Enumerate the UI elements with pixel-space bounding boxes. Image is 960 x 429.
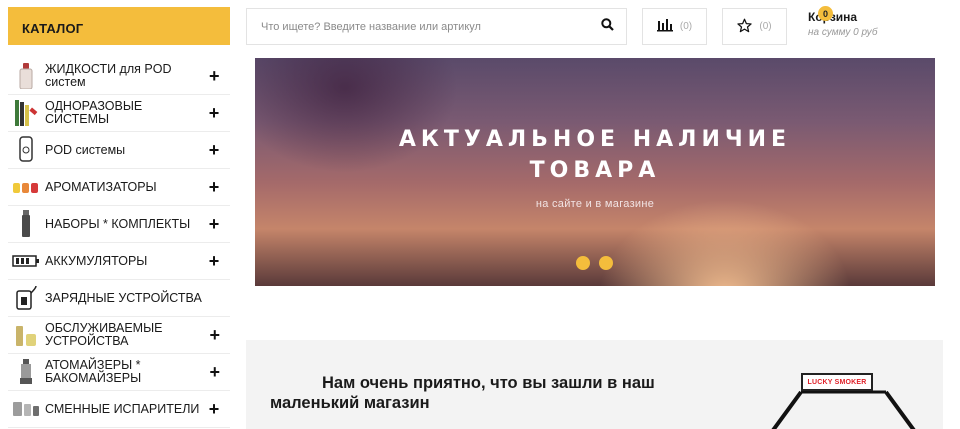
expand-plus-icon[interactable]: + xyxy=(208,251,220,272)
search-input[interactable] xyxy=(261,20,601,33)
flavor-bottles-icon xyxy=(11,172,41,202)
expand-plus-icon[interactable]: + xyxy=(208,399,220,420)
search-icon[interactable] xyxy=(601,17,614,36)
shop-logo: LUCKY SMOKER xyxy=(801,373,873,391)
slider-dot-1[interactable] xyxy=(576,256,590,270)
disposable-vape-icon xyxy=(11,98,41,128)
expand-plus-icon[interactable]: + xyxy=(209,362,220,383)
catalog-item-batteries[interactable]: АККУМУЛЯТОРЫ + xyxy=(8,243,230,280)
cart-sum: на сумму 0 руб xyxy=(808,27,878,38)
banner-title-line1: АКТУАЛЬНОЕ НАЛИЧИЕ xyxy=(398,127,792,152)
charger-icon xyxy=(11,283,41,313)
catalog-title: КАТАЛОГ xyxy=(22,21,84,36)
serviceable-device-icon xyxy=(11,320,41,350)
expand-plus-icon[interactable]: + xyxy=(208,214,220,235)
search-bar xyxy=(246,8,627,45)
battery-icon xyxy=(11,246,41,276)
promo-banner[interactable]: АКТУАЛЬНОЕ НАЛИЧИЕ ТОВАРА на сайте и в м… xyxy=(255,58,935,286)
catalog-item-serviceable-devices[interactable]: ОБСЛУЖИВАЕМЫЕ УСТРОЙСТВА + xyxy=(8,317,230,354)
catalog-item-flavors[interactable]: АРОМАТИЗАТОРЫ + xyxy=(8,169,230,206)
welcome-heading: Нам очень приятно, что вы зашли в наш ма… xyxy=(270,374,655,412)
catalog-item-disposables[interactable]: ОДНОРАЗОВЫЕ СИСТЕМЫ + xyxy=(8,95,230,132)
favorites-count: (0) xyxy=(759,21,772,32)
catalog-item-atomizers[interactable]: АТОМАЙЗЕРЫ * БАКОМАЙЗЕРЫ + xyxy=(8,354,230,391)
compare-count: (0) xyxy=(679,21,693,32)
expand-plus-icon[interactable]: + xyxy=(208,177,220,198)
expand-plus-icon[interactable]: + xyxy=(209,66,221,87)
expand-plus-icon[interactable]: + xyxy=(208,103,220,124)
expand-plus-icon[interactable]: + xyxy=(209,325,220,346)
banner-title-line2: ТОВАРА xyxy=(529,158,661,183)
atomizer-icon xyxy=(11,357,41,387)
favorites-button[interactable]: (0) xyxy=(722,8,787,45)
pod-device-icon xyxy=(11,135,41,165)
coil-icon xyxy=(11,394,41,424)
compare-chart-icon xyxy=(656,18,673,35)
catalog-item-coils[interactable]: СМЕННЫЕ ИСПАРИТЕЛИ + xyxy=(8,391,230,428)
kit-icon xyxy=(11,209,41,239)
expand-plus-icon[interactable]: + xyxy=(208,140,220,161)
cart-link[interactable]: Корзина на сумму 0 руб 0 xyxy=(808,6,928,38)
compare-button[interactable]: (0) xyxy=(642,8,707,45)
shop-logo-outline xyxy=(771,390,916,429)
catalog-item-liquids[interactable]: ЖИДКОСТИ для POD систем + xyxy=(8,58,230,95)
cart-count-badge: 0 xyxy=(818,6,833,21)
catalog-item-chargers[interactable]: ЗАРЯДНЫЕ УСТРОЙСТВА xyxy=(8,280,230,317)
banner-subtitle: на сайте и в магазине xyxy=(535,198,655,210)
catalog-item-pod-systems[interactable]: POD системы + xyxy=(8,132,230,169)
welcome-section: Нам очень приятно, что вы зашли в наш ма… xyxy=(246,340,943,429)
catalog-menu: ЖИДКОСТИ для POD систем + ОДНОРАЗОВЫЕ СИ… xyxy=(8,58,230,428)
star-icon xyxy=(737,18,753,36)
catalog-button[interactable]: КАТАЛОГ xyxy=(8,7,230,45)
slider-dot-2[interactable] xyxy=(599,256,613,270)
catalog-item-kits[interactable]: НАБОРЫ * КОМПЛЕКТЫ + xyxy=(8,206,230,243)
liquid-bottle-icon xyxy=(11,61,41,91)
shop-logo-text: LUCKY SMOKER xyxy=(807,378,867,386)
